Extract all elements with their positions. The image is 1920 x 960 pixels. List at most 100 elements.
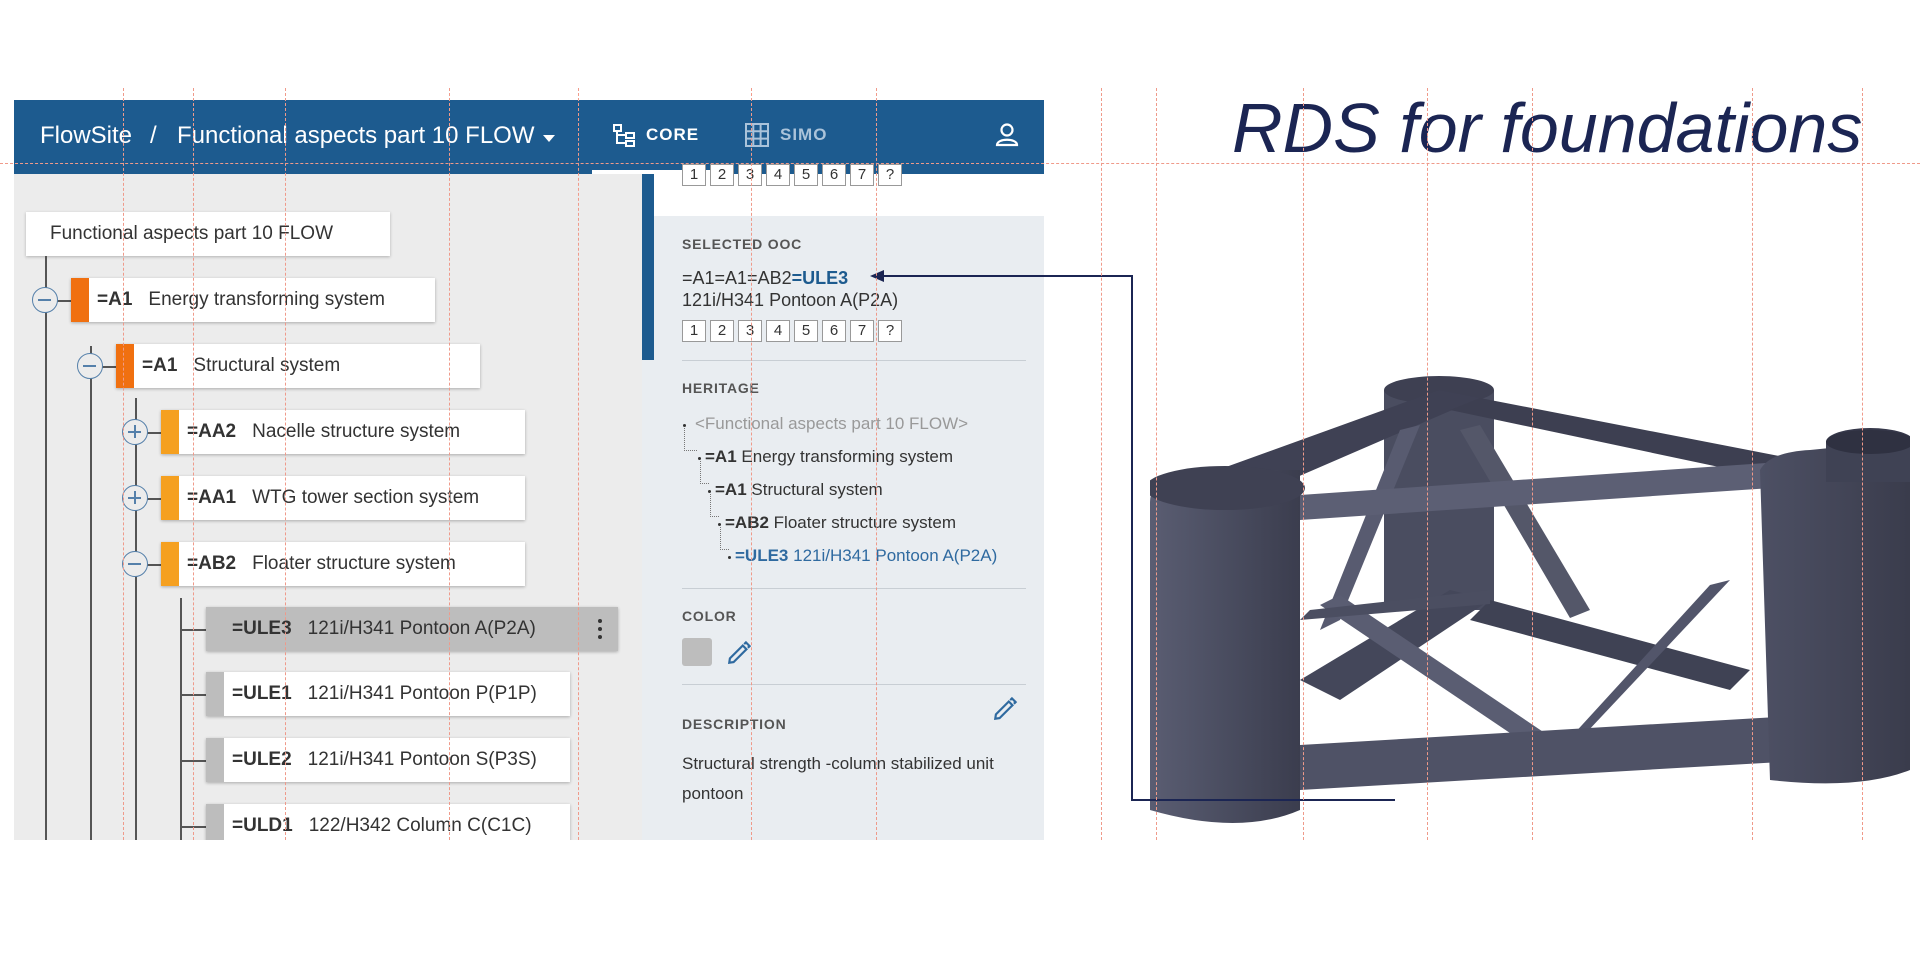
- node-label: Nacelle structure system: [252, 421, 461, 442]
- color-label: COLOR: [682, 608, 737, 624]
- heritage-item-selected[interactable]: =ULE3 121i/H341 Pontoon A(P2A): [735, 546, 997, 566]
- guide-line: [578, 88, 579, 840]
- step-button[interactable]: 2: [710, 164, 734, 186]
- divider: [682, 588, 1026, 589]
- step-button[interactable]: 7: [850, 320, 874, 342]
- edit-description-button[interactable]: [992, 696, 1018, 727]
- node-code: =ULE3: [232, 618, 292, 639]
- project-selector[interactable]: Functional aspects part 10 FLOW: [177, 122, 555, 150]
- edit-color-button[interactable]: [726, 640, 752, 671]
- tree-node-pontoon-p[interactable]: =ULE1 121i/H341 Pontoon P(P1P): [206, 672, 570, 716]
- scrollbar-thumb[interactable]: [642, 174, 654, 360]
- tree-node-pontoon-s[interactable]: =ULE2 121i/H341 Pontoon S(P3S): [206, 738, 570, 782]
- guide-line: [1156, 88, 1157, 840]
- object-tree-panel: Functional aspects part 10 FLOW =A1 Ener…: [14, 174, 642, 840]
- heritage-item[interactable]: =A1 Structural system: [715, 480, 883, 500]
- guide-line: [1862, 88, 1863, 840]
- step-button[interactable]: 3: [738, 164, 762, 186]
- tab-simo-label: SIMO: [780, 125, 828, 144]
- description-line-1: Structural strength -column stabilized u…: [682, 754, 994, 773]
- tree-node-column-c[interactable]: =ULD1 122/H342 Column C(C1C): [206, 804, 570, 840]
- heritage-code: =AB2: [725, 513, 769, 532]
- node-label: WTG tower section system: [252, 487, 480, 508]
- expand-toggle-icon[interactable]: [122, 485, 148, 511]
- project-name: Functional aspects part 10 FLOW: [177, 122, 535, 149]
- user-account-button[interactable]: [992, 120, 1022, 155]
- heritage-text: 121i/H341 Pontoon A(P2A): [793, 546, 998, 565]
- description-line-2: pontoon: [682, 784, 744, 803]
- node-label: Energy transforming system: [148, 289, 385, 310]
- heritage-label: HERITAGE: [682, 380, 760, 396]
- guide-line: [193, 88, 194, 840]
- tree-node-pontoon-a-selected[interactable]: =ULE3 121i/H341 Pontoon A(P2A): [206, 607, 618, 651]
- tree-connector: [180, 598, 182, 840]
- description-label: DESCRIPTION: [682, 716, 787, 732]
- step-button[interactable]: 4: [766, 320, 790, 342]
- node-code: =A1: [97, 289, 133, 310]
- user-icon: [995, 123, 1019, 147]
- heritage-bullet: [718, 523, 721, 526]
- tab-core[interactable]: CORE: [612, 120, 699, 150]
- node-color-bar: [161, 410, 179, 454]
- heritage-item[interactable]: =AB2 Floater structure system: [725, 513, 956, 533]
- step-button[interactable]: 4: [766, 164, 790, 186]
- tree-connector: [45, 256, 47, 840]
- breadcrumb-separator: /: [150, 122, 157, 149]
- tree-node-energy-transforming[interactable]: =A1 Energy transforming system: [71, 278, 435, 322]
- step-button[interactable]: 2: [710, 320, 734, 342]
- floater-3d-model: [1150, 376, 1910, 823]
- guide-line: [449, 88, 450, 840]
- selected-path-prefix: =A1=A1=AB2: [682, 268, 792, 288]
- guide-line: [1101, 88, 1102, 840]
- step-button[interactable]: 7: [850, 164, 874, 186]
- tab-simo[interactable]: SIMO: [744, 120, 827, 150]
- collapse-toggle-icon[interactable]: [32, 287, 58, 313]
- tree-connector: [135, 398, 137, 840]
- step-button[interactable]: 6: [822, 320, 846, 342]
- node-color-bar: [206, 672, 224, 716]
- step-button[interactable]: 3: [738, 320, 762, 342]
- heritage-connector: [700, 461, 709, 484]
- heritage-connector: [684, 428, 697, 451]
- node-label: 121i/H341 Pontoon S(P3S): [307, 749, 537, 770]
- guide-line: [123, 88, 124, 840]
- selected-path: =A1=A1=AB2=ULE3: [682, 268, 848, 289]
- tree-root-node[interactable]: Functional aspects part 10 FLOW: [26, 212, 390, 256]
- more-options-icon[interactable]: [598, 619, 602, 639]
- node-code: =A1: [142, 355, 178, 376]
- step-button[interactable]: 1: [682, 320, 706, 342]
- tree-node-structural-system[interactable]: =A1 Structural system: [116, 344, 480, 388]
- heritage-root[interactable]: <Functional aspects part 10 FLOW>: [695, 414, 968, 434]
- collapse-toggle-icon[interactable]: [122, 551, 148, 577]
- node-color-bar: [161, 542, 179, 586]
- heritage-text: Structural system: [751, 480, 883, 499]
- selected-path-code: =ULE3: [791, 268, 849, 288]
- node-label: 121i/H341 Pontoon A(P2A): [307, 618, 536, 639]
- collapse-toggle-icon[interactable]: [77, 353, 103, 379]
- tree-node-nacelle-structure[interactable]: =AA2 Nacelle structure system: [161, 410, 525, 454]
- step-button[interactable]: 6: [822, 164, 846, 186]
- tree-node-floater-structure[interactable]: =AB2 Floater structure system: [161, 542, 525, 586]
- color-swatch[interactable]: [682, 638, 712, 666]
- step-button[interactable]: 1: [682, 164, 706, 186]
- guide-line: [876, 88, 877, 840]
- node-code: =AA2: [187, 421, 237, 442]
- expand-toggle-icon[interactable]: [122, 419, 148, 445]
- step-button[interactable]: 5: [794, 320, 818, 342]
- previous-section: 1 2 3 4 5 6 7?: [654, 164, 1044, 216]
- node-color-bar: [116, 344, 134, 388]
- node-code: =ULE2: [232, 749, 292, 770]
- node-label: Floater structure system: [252, 553, 456, 574]
- step-button[interactable]: ?: [878, 320, 902, 342]
- guide-line: [1532, 88, 1533, 840]
- selected-name: 121i/H341 Pontoon A(P2A): [682, 290, 899, 310]
- heritage-connector: [710, 494, 719, 517]
- step-button[interactable]: ?: [878, 164, 902, 186]
- tab-core-label: CORE: [646, 125, 700, 144]
- tree-node-wtg-tower-section[interactable]: =AA1 WTG tower section system: [161, 476, 525, 520]
- brand-link[interactable]: FlowSite: [40, 122, 132, 150]
- guide-line: [0, 163, 1920, 164]
- step-button[interactable]: 5: [794, 164, 818, 186]
- tree-structure-icon: [613, 124, 635, 147]
- heritage-item[interactable]: =A1 Energy transforming system: [705, 447, 953, 467]
